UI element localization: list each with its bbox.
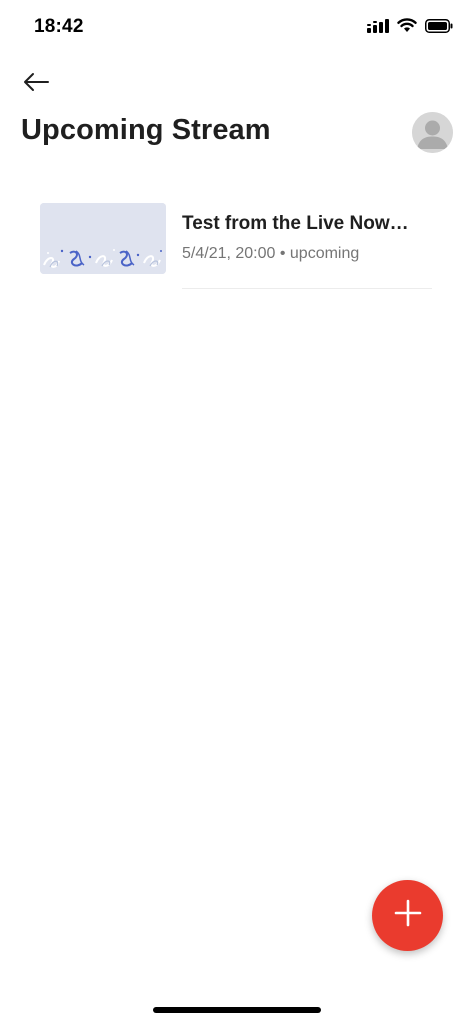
page-title: Upcoming Stream — [21, 114, 271, 146]
user-avatar-icon — [412, 112, 453, 153]
home-indicator[interactable] — [153, 1007, 321, 1013]
back-button[interactable] — [16, 66, 56, 102]
stream-meta: 5/4/21, 20:00 • upcoming — [182, 245, 360, 262]
battery-icon — [425, 18, 453, 38]
cellular-signal-icon — [367, 18, 389, 38]
stream-list: Test from the Live Now… 5/4/21, 20:00 • … — [0, 190, 473, 290]
stream-title: Test from the Live Now… — [182, 213, 409, 234]
stream-list-item[interactable]: Test from the Live Now… 5/4/21, 20:00 • … — [0, 190, 473, 290]
confetti-thumbnail — [40, 203, 166, 274]
status-icons — [367, 18, 453, 38]
status-time: 18:42 — [34, 16, 84, 37]
plus-icon — [394, 899, 422, 932]
wifi-icon — [397, 18, 417, 38]
arrow-left-icon — [22, 72, 50, 97]
status-bar: 18:42 — [0, 0, 473, 56]
add-stream-button[interactable] — [372, 880, 443, 951]
avatar[interactable] — [412, 112, 453, 153]
stream-thumbnail — [40, 203, 166, 274]
list-divider — [182, 288, 432, 289]
